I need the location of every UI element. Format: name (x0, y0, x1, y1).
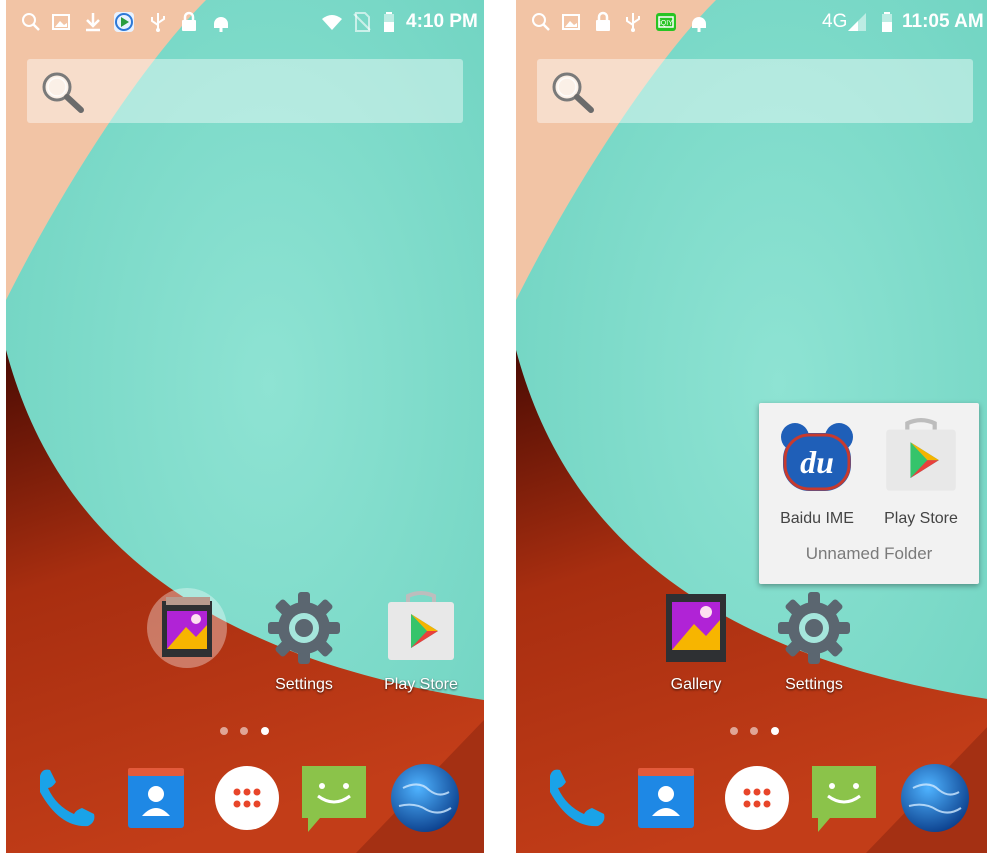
page-dot-1[interactable] (220, 727, 228, 735)
settings-label: Settings (785, 676, 843, 693)
download-icon (86, 13, 100, 32)
search-icon (42, 72, 84, 113)
wifi-icon (322, 15, 342, 30)
settings-label: Settings (275, 676, 333, 693)
android-debug-icon (692, 17, 706, 32)
settings-gear-icon (778, 592, 850, 664)
image-icon (52, 14, 70, 30)
contacts-icon[interactable] (120, 762, 192, 834)
play-store-label: Play Store (884, 510, 958, 527)
battery-icon (882, 12, 892, 32)
page-indicator (220, 727, 280, 741)
left-home-screen: 4:10 PM Settings Play Store (6, 0, 484, 853)
folder-popup: du Baidu IME Play Store Unnamed Folder (759, 403, 979, 584)
messaging-icon[interactable] (298, 762, 370, 834)
play-store-app[interactable]: Play Store (871, 417, 971, 528)
baidu-ime-app[interactable]: du Baidu IME (767, 417, 867, 528)
browser-icon[interactable] (899, 762, 971, 834)
gallery-icon (147, 588, 227, 668)
search-icon (22, 13, 40, 31)
play-store-icon (886, 418, 956, 491)
messaging-icon[interactable] (808, 762, 880, 834)
svg-text:iQIY: iQIY (659, 20, 673, 27)
page-dot-1[interactable] (730, 727, 738, 735)
page-dot-2[interactable] (750, 727, 758, 735)
image-icon (562, 14, 580, 30)
lock-icon (182, 11, 196, 31)
settings-gear-icon (268, 592, 340, 664)
baidu-ime-label: Baidu IME (780, 510, 854, 527)
lock-icon (596, 11, 610, 31)
gallery-icon (666, 594, 726, 662)
page-dot-3[interactable] (261, 727, 269, 735)
svg-text:du: du (800, 444, 834, 480)
settings-app[interactable]: Settings (764, 590, 864, 694)
search-icon (532, 13, 550, 31)
usb-icon (626, 13, 640, 32)
status-bar: iQIY 4G 11:05 AM (516, 0, 987, 46)
status-time: 4:10 PM (406, 11, 478, 32)
gallery-app-dragging[interactable] (137, 587, 237, 669)
settings-app[interactable]: Settings (254, 590, 354, 694)
play-store-label: Play Store (384, 676, 458, 693)
status-time: 11:05 AM (902, 11, 984, 32)
gallery-app[interactable]: Gallery (646, 590, 746, 694)
app-drawer-icon[interactable] (721, 762, 793, 834)
phone-icon[interactable] (540, 762, 612, 834)
page-dot-3[interactable] (771, 727, 779, 735)
battery-icon (384, 12, 394, 32)
contacts-icon[interactable] (630, 762, 702, 834)
app-drawer-icon[interactable] (211, 762, 283, 834)
browser-icon[interactable] (389, 762, 461, 834)
wallpaper (6, 0, 484, 853)
video-app-icon (114, 12, 134, 32)
gallery-label: Gallery (670, 676, 722, 693)
folder-name[interactable]: Unnamed Folder (759, 544, 979, 564)
status-bar: 4:10 PM (6, 0, 484, 46)
android-debug-icon (214, 17, 228, 32)
usb-icon (151, 13, 165, 32)
play-store-icon (388, 591, 454, 660)
phone-icon[interactable] (30, 762, 102, 834)
search-bar[interactable] (27, 59, 463, 123)
signal-icon (848, 13, 866, 31)
right-home-screen: iQIY 4G 11:05 AM du Baidu IME Play Store… (516, 0, 987, 853)
page-dot-2[interactable] (240, 727, 248, 735)
play-store-app[interactable]: Play Store (371, 590, 471, 694)
network-type: 4G (822, 11, 848, 32)
no-sim-icon (353, 12, 371, 32)
search-bar[interactable] (537, 59, 973, 123)
baidu-ime-icon: du (781, 423, 853, 491)
page-indicator (730, 727, 790, 741)
search-icon (552, 72, 594, 113)
iqiyi-icon: iQIY (656, 13, 676, 31)
